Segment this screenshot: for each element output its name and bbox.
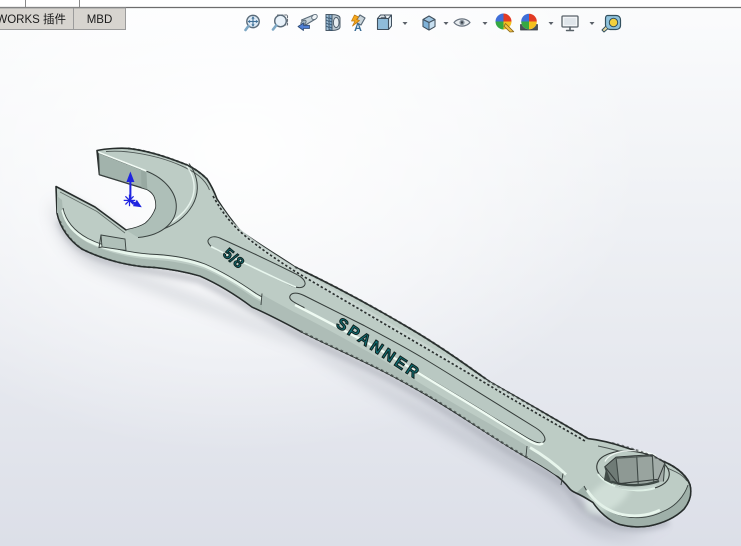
svg-text:WORKS 插件: WORKS 插件 [0,12,66,26]
svg-text:MBD: MBD [87,14,113,26]
svg-text:A: A [354,22,362,34]
